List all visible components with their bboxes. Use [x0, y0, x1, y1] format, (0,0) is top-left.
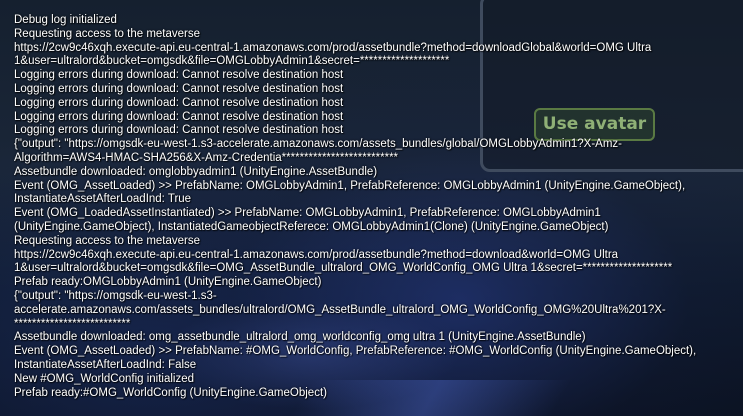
log-line: Debug log initialized [14, 14, 117, 26]
log-line: 1&user=ultralord&bucket=omgsdk&file=OMG_… [14, 262, 673, 275]
debug-log: Debug log initialized Requesting access … [14, 14, 739, 400]
log-line: Assetbundle downloaded: omglobbyadmin1 (… [14, 165, 378, 178]
log-line: Logging errors during download: Cannot r… [14, 124, 344, 137]
log-line: Algorithm=AWS4-HMAC-SHA256&X-Amz-Credent… [14, 151, 399, 164]
log-line: https://2cw9c46xqh.execute-api.eu-centra… [14, 248, 619, 261]
log-line: {"output": "https://omgsdk-eu-west-1.s3-… [14, 138, 622, 151]
log-line: Event (OMG_AssetLoaded) >> PrefabName: O… [14, 179, 686, 192]
log-line: ************************** [14, 317, 131, 330]
log-line: accelerate.amazonaws.com/assets_bundles/… [14, 303, 666, 316]
log-line: InstantiateAssetAfterLoadInd: True [14, 193, 192, 206]
log-line: Event (OMG_LoadedAssetInstantiated) >> P… [14, 207, 601, 220]
log-line: Prefab ready:#OMG_WorldConfig (UnityEngi… [14, 386, 327, 399]
log-line: Assetbundle downloaded: omg_assetbundle_… [14, 331, 586, 344]
log-line: Logging errors during download: Cannot r… [14, 69, 344, 82]
log-line: Logging errors during download: Cannot r… [14, 110, 344, 123]
log-line: New #OMG_WorldConfig initialized [14, 372, 195, 385]
log-line: (UnityEngine.GameObject), InstantiatedGa… [14, 220, 609, 233]
log-line: Requesting access to the metaverse [14, 27, 201, 40]
log-line: 1&user=ultralord&bucket=omgsdk&file=OMGL… [14, 55, 450, 68]
log-line: https://2cw9c46xqh.execute-api.eu-centra… [14, 41, 652, 54]
log-line: Event (OMG_AssetLoaded) >> PrefabName: #… [14, 345, 697, 358]
log-line: Logging errors during download: Cannot r… [14, 96, 344, 109]
log-line: InstantiateAssetAfterLoadInd: False [14, 358, 197, 371]
log-line: {"output": "https://omgsdk-eu-west-1.s3- [14, 289, 217, 302]
game-viewport: Use avatar Debug log initialized Request… [0, 0, 743, 416]
log-line: Requesting access to the metaverse [14, 234, 201, 247]
log-line: Logging errors during download: Cannot r… [14, 82, 344, 95]
log-line: Prefab ready:OMGLobbyAdmin1 (UnityEngine… [14, 276, 322, 289]
